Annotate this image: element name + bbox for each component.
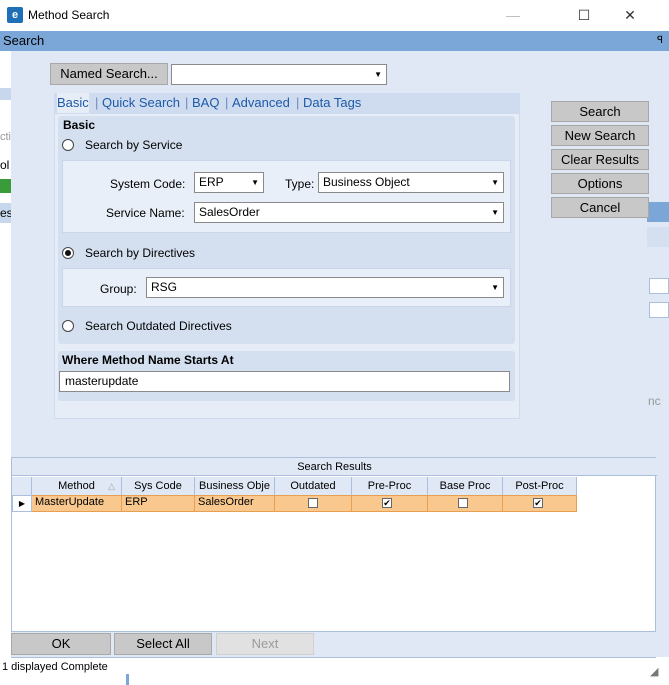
search-results-grid: Search Results Method △ Sys Code Busines… — [11, 457, 657, 632]
resize-grip-icon[interactable]: ◢ — [650, 665, 658, 678]
search-outdated-radio[interactable] — [62, 320, 74, 332]
ok-button[interactable]: OK — [11, 633, 111, 655]
title-bar: e Method Search — ☐ ✕ — [0, 0, 669, 31]
outdated-checkbox[interactable] — [308, 498, 318, 508]
row-pointer-icon: ▶ — [12, 495, 32, 512]
method-name-input[interactable]: masterupdate — [59, 371, 510, 392]
column-header-method[interactable]: Method △ — [32, 477, 122, 495]
new-search-button[interactable]: New Search — [551, 125, 649, 146]
cell-business-object: SalesOrder — [195, 495, 275, 512]
background-window-left: cti ol es — [0, 51, 13, 685]
type-label: Type: — [285, 177, 315, 191]
maximize-button[interactable]: ☐ — [564, 0, 604, 31]
dropdown-arrow-icon: ▼ — [251, 178, 259, 187]
column-header-base-proc[interactable]: Base Proc — [428, 477, 503, 495]
base-proc-checkbox[interactable] — [458, 498, 468, 508]
e-logo-icon: e — [7, 7, 23, 23]
status-text: 1 displayed Complete — [2, 661, 108, 673]
search-header: Search ꟼ — [0, 31, 669, 51]
cell-method: MasterUpdate — [32, 495, 122, 512]
post-proc-checkbox[interactable]: ✔ — [533, 498, 543, 508]
column-header-business-object[interactable]: Business Obje — [195, 477, 275, 495]
tab-data-tags[interactable]: Data Tags — [303, 93, 361, 113]
search-button[interactable]: Search — [551, 101, 649, 122]
search-by-service-label: Search by Service — [85, 138, 183, 152]
background-fragment: nc — [648, 394, 661, 408]
tab-baq[interactable]: BAQ — [192, 93, 219, 113]
column-header-post-proc[interactable]: Post-Proc — [503, 477, 577, 495]
dropdown-arrow-icon: ▼ — [491, 178, 499, 187]
search-header-label: Search — [3, 33, 45, 48]
next-button[interactable]: Next — [216, 633, 314, 655]
service-name-label: Service Name: — [106, 206, 185, 220]
close-button[interactable]: ✕ — [610, 0, 650, 31]
background-fragment: cti — [0, 131, 11, 143]
service-name-value: SalesOrder — [199, 205, 260, 219]
search-by-directives-label: Search by Directives — [85, 246, 196, 260]
dropdown-arrow-icon: ▼ — [491, 283, 499, 292]
pin-icon[interactable]: ꟼ — [657, 31, 663, 51]
search-by-service-radio[interactable] — [62, 139, 74, 151]
refresh-icon — [0, 179, 11, 193]
pre-proc-checkbox[interactable]: ✔ — [382, 498, 392, 508]
named-search-button[interactable]: Named Search... — [50, 63, 168, 85]
tab-quick-search[interactable]: Quick Search — [102, 93, 180, 113]
cell-sys-code: ERP — [122, 495, 195, 512]
select-all-button[interactable]: Select All — [114, 633, 212, 655]
group-label: Group: — [100, 282, 137, 296]
row-selector-header — [12, 477, 32, 495]
column-header-sys-code[interactable]: Sys Code — [122, 477, 195, 495]
search-tabs: Basic | Quick Search | BAQ | Advanced | … — [54, 93, 520, 113]
system-code-value: ERP — [199, 175, 224, 189]
search-by-directives-radio[interactable] — [62, 247, 74, 259]
system-code-select[interactable]: ERP ▼ — [194, 172, 264, 193]
cancel-button[interactable]: Cancel — [551, 197, 649, 218]
service-name-select[interactable]: SalesOrder ▼ — [194, 202, 504, 223]
background-fragment: ol — [0, 158, 10, 172]
search-results-title: Search Results — [12, 458, 657, 476]
group-select[interactable]: RSG ▼ — [146, 277, 504, 298]
type-select[interactable]: Business Object ▼ — [318, 172, 504, 193]
status-bar: 1 displayed Complete ◢ — [0, 657, 669, 685]
sort-ascending-icon: △ — [108, 481, 115, 491]
system-code-label: System Code: — [110, 177, 186, 191]
window-title: Method Search — [28, 8, 110, 22]
where-method-label: Where Method Name Starts At — [62, 353, 234, 367]
type-value: Business Object — [323, 175, 410, 189]
minimize-button[interactable]: — — [493, 0, 533, 31]
options-button[interactable]: Options — [551, 173, 649, 194]
basic-group-title: Basic — [63, 118, 96, 132]
column-header-outdated[interactable]: Outdated — [275, 477, 352, 495]
search-outdated-label: Search Outdated Directives — [85, 319, 232, 333]
dropdown-arrow-icon: ▼ — [374, 70, 382, 79]
tab-basic[interactable]: Basic — [57, 93, 89, 113]
named-search-combo[interactable]: ▼ — [171, 64, 387, 85]
tab-advanced[interactable]: Advanced — [232, 93, 290, 113]
clear-results-button[interactable]: Clear Results — [551, 149, 649, 170]
group-value: RSG — [151, 280, 178, 294]
dropdown-arrow-icon: ▼ — [491, 208, 499, 217]
column-header-pre-proc[interactable]: Pre-Proc — [352, 477, 428, 495]
